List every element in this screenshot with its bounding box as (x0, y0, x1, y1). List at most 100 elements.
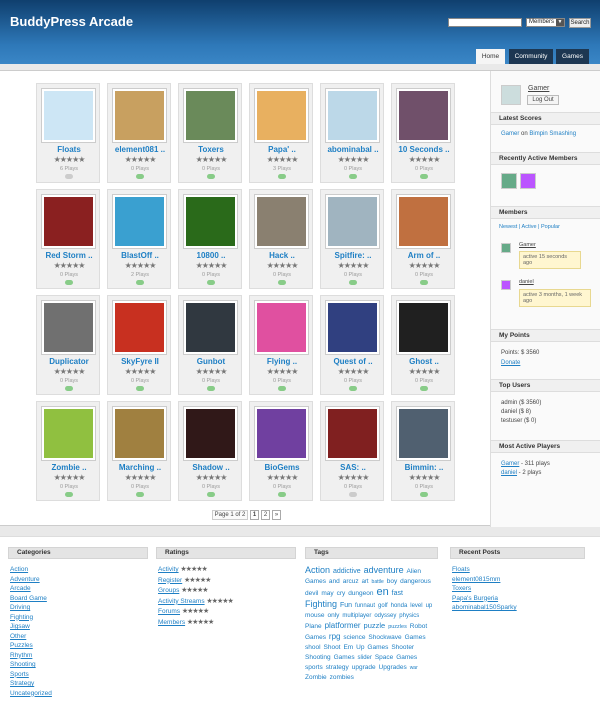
tag-link[interactable]: Shooter (391, 644, 414, 651)
next-page-link[interactable]: » (272, 510, 281, 520)
game-thumbnail-frame[interactable] (112, 194, 167, 249)
tag-link[interactable]: Games (305, 578, 326, 585)
game-card[interactable]: SAS: .. ★★★★★ 0 Plays (320, 401, 384, 501)
avatar[interactable] (501, 85, 521, 105)
recent-post-link[interactable]: abominabal150Sparky (452, 604, 517, 611)
rating-stars[interactable]: ★★★★★ (254, 261, 310, 270)
favorite-icon[interactable] (136, 492, 144, 497)
tag-link[interactable]: sports (305, 664, 323, 671)
favorite-icon[interactable] (65, 386, 73, 391)
tab-home[interactable]: Home (476, 49, 505, 64)
game-title[interactable]: Marching .. (108, 463, 172, 472)
game-thumbnail-frame[interactable] (183, 406, 238, 461)
tag-link[interactable]: Shockwave (368, 634, 401, 641)
game-thumbnail[interactable] (399, 409, 448, 458)
game-thumbnail-frame[interactable] (254, 88, 309, 143)
tag-link[interactable]: puzzle (364, 621, 386, 630)
game-card[interactable]: Zombie .. ★★★★★ 0 Plays (36, 401, 100, 501)
rating-stars[interactable]: ★★★★★ (183, 473, 239, 482)
tag-link[interactable]: Em (343, 644, 353, 651)
game-title[interactable]: Shadow .. (179, 463, 243, 472)
game-title[interactable]: abominabal .. (321, 145, 385, 154)
game-title[interactable]: Hack .. (250, 251, 314, 260)
search-scope-select[interactable]: Members ▼ (526, 18, 565, 27)
rating-stars[interactable]: ★★★★★ (254, 473, 310, 482)
rating-stars[interactable]: ★★★★★ (396, 155, 452, 164)
tag-link[interactable]: Plane (305, 623, 322, 630)
tag-link[interactable]: Upgrades (379, 664, 407, 671)
tag-link[interactable]: adventure (364, 565, 404, 575)
game-thumbnail-frame[interactable] (183, 194, 238, 249)
tag-link[interactable]: dangerous (400, 578, 431, 585)
rating-link[interactable]: Groups (158, 587, 179, 594)
game-title[interactable]: Arm of .. (392, 251, 456, 260)
recent-post-link[interactable]: Toxers (452, 585, 471, 592)
category-link[interactable]: Jigsaw (10, 623, 30, 630)
game-title[interactable]: Toxers (179, 145, 243, 154)
game-thumbnail[interactable] (257, 91, 306, 140)
tag-link[interactable]: fast (392, 590, 403, 597)
game-title[interactable]: BioGems (250, 463, 314, 472)
member-link[interactable]: Gamer (519, 242, 536, 248)
tag-link[interactable]: Fun (340, 602, 352, 609)
favorite-icon[interactable] (349, 492, 357, 497)
game-thumbnail-frame[interactable] (396, 406, 451, 461)
tag-link[interactable]: arcuz (343, 578, 359, 585)
game-thumbnail-frame[interactable] (396, 300, 451, 355)
latest-score-game[interactable]: Bimpin Smashing (529, 131, 576, 137)
game-title[interactable]: Red Storm .. (37, 251, 101, 260)
rating-stars[interactable]: ★★★★★ (41, 473, 97, 482)
category-link[interactable]: Strategy (10, 680, 34, 687)
game-title[interactable]: element081 .. (108, 145, 172, 154)
tag-link[interactable]: strategy (326, 664, 349, 671)
game-thumbnail[interactable] (257, 303, 306, 352)
tag-link[interactable]: Action (305, 565, 330, 575)
tag-link[interactable]: funnaut (355, 603, 375, 609)
tag-link[interactable]: art (362, 579, 369, 585)
favorite-icon[interactable] (278, 174, 286, 179)
game-title[interactable]: Bimmin: .. (392, 463, 456, 472)
recent-post-link[interactable]: element0815mm (452, 576, 500, 583)
tag-link[interactable]: cry (337, 590, 346, 597)
game-title[interactable]: Papa' .. (250, 145, 314, 154)
tag-link[interactable]: Alien (407, 568, 421, 575)
category-link[interactable]: Shooting (10, 661, 36, 668)
tag-link[interactable]: honda (391, 603, 408, 609)
game-thumbnail-frame[interactable] (325, 194, 380, 249)
rating-link[interactable]: Register (158, 577, 182, 584)
game-card[interactable]: Red Storm .. ★★★★★ 0 Plays (36, 189, 100, 289)
recent-post-link[interactable]: Floats (452, 566, 470, 573)
most-active-user[interactable]: Gamer (501, 461, 519, 467)
favorite-icon[interactable] (420, 174, 428, 179)
game-card[interactable]: element081 .. ★★★★★ 0 Plays (107, 83, 171, 183)
favorite-icon[interactable] (136, 280, 144, 285)
rating-stars[interactable]: ★★★★★ (396, 367, 452, 376)
game-thumbnail[interactable] (328, 91, 377, 140)
tag-link[interactable]: boy (387, 578, 397, 585)
game-card[interactable]: Arm of .. ★★★★★ 0 Plays (391, 189, 455, 289)
game-card[interactable]: Gunbot ★★★★★ 0 Plays (178, 295, 242, 395)
tag-link[interactable]: Games (305, 634, 326, 641)
category-link[interactable]: Sports (10, 671, 29, 678)
tag-link[interactable]: Shooting (305, 654, 331, 661)
members-filter[interactable]: Newest | Active | Popular (499, 224, 560, 230)
favorite-icon[interactable] (207, 386, 215, 391)
game-title[interactable]: SkyFyre II (108, 357, 172, 366)
game-card[interactable]: Spitfire: .. ★★★★★ 0 Plays (320, 189, 384, 289)
avatar[interactable] (501, 243, 511, 253)
avatar[interactable] (501, 280, 511, 290)
rating-link[interactable]: Forums (158, 608, 180, 615)
rating-stars[interactable]: ★★★★★ (112, 473, 168, 482)
game-thumbnail[interactable] (186, 303, 235, 352)
category-link[interactable]: Board Game (10, 595, 47, 602)
rating-stars[interactable]: ★★★★★ (183, 155, 239, 164)
rating-stars[interactable]: ★★★★★ (112, 367, 168, 376)
latest-score-user[interactable]: Gamer (501, 131, 519, 137)
tag-link[interactable]: war (410, 665, 418, 671)
rating-stars[interactable]: ★★★★★ (112, 155, 168, 164)
favorite-icon[interactable] (349, 386, 357, 391)
favorite-icon[interactable] (349, 280, 357, 285)
game-thumbnail[interactable] (44, 91, 93, 140)
game-thumbnail[interactable] (257, 197, 306, 246)
rating-stars[interactable]: ★★★★★ (41, 155, 97, 164)
